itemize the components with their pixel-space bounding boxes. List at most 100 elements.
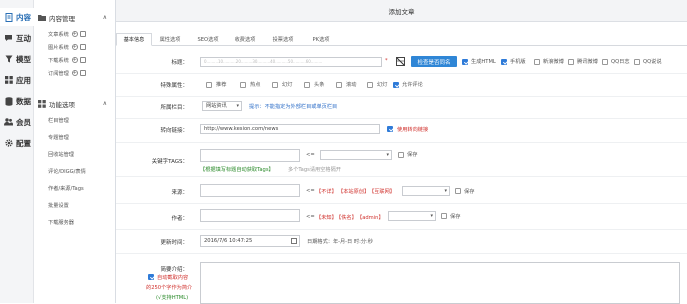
attr-headline-checkbox[interactable] [304, 82, 310, 88]
nav-item-interact[interactable]: 互动 [0, 29, 34, 47]
nav-item-members[interactable]: 会员 [0, 113, 34, 131]
manage-icon[interactable] [79, 70, 86, 76]
attr-scroll-checkbox[interactable] [336, 82, 342, 88]
grid-icon [4, 76, 13, 85]
author-input[interactable] [200, 209, 300, 222]
nav-item-settings[interactable]: 配置 [0, 134, 34, 152]
nav-label: 应用 [16, 75, 31, 85]
attr-recommend-checkbox[interactable] [206, 82, 212, 88]
tags-save-checkbox[interactable] [398, 152, 404, 158]
time-format-hint: 日期格式：年-月-日 时:分:秒 [307, 239, 373, 245]
sidebar-item-downloads[interactable]: 下载系统 + [48, 54, 86, 66]
tab-pk[interactable]: PK选项 [302, 33, 340, 46]
chevron-up-icon[interactable]: ∧ [103, 100, 107, 107]
mobile-checkbox[interactable] [501, 59, 507, 65]
sidebar-item-images[interactable]: 图片系统 + [48, 41, 86, 53]
check-same-name-button[interactable]: 检查是否同名 [411, 56, 457, 67]
attr-slide2-checkbox[interactable] [367, 82, 373, 88]
tags-input[interactable] [200, 149, 300, 162]
folder-icon [38, 14, 46, 22]
sidebar-item-label: 专题管理 [48, 134, 69, 141]
attr-hot-checkbox[interactable] [240, 82, 246, 88]
tab-charges[interactable]: 收费选项 [227, 33, 263, 46]
source-link-internet[interactable]: 【互联网】 [369, 188, 395, 195]
manage-icon[interactable] [79, 44, 86, 50]
source-link-unknown[interactable]: 【不详】 [316, 188, 337, 195]
redirect-input[interactable]: http://www.kesion.com/news [200, 124, 380, 134]
sidebar-item-label: 订阅管理 [48, 70, 69, 77]
sidebar-item-label: 回收站管理 [48, 151, 74, 158]
tab-attributes[interactable]: 属性选项 [152, 33, 188, 46]
sidebar-item-label: 下载服务器 [48, 219, 74, 226]
sidebar-item-topics[interactable]: 专题管理 [48, 131, 69, 143]
manage-icon[interactable] [79, 57, 86, 63]
function-icon [38, 100, 46, 108]
auto-intro-checkbox[interactable] [148, 274, 154, 280]
attr-slide-checkbox[interactable] [272, 82, 278, 88]
author-select[interactable] [388, 211, 436, 221]
sidebar-item-subscriptions[interactable]: 订阅管理 + [48, 67, 86, 79]
sidebar-item-articles[interactable]: 文章系统 + [48, 28, 86, 40]
sina-weibo-checkbox[interactable] [534, 59, 540, 65]
divider [116, 176, 687, 177]
allow-comment-checkbox[interactable] [393, 82, 399, 88]
source-save-checkbox[interactable] [455, 188, 461, 194]
add-icon[interactable]: + [71, 31, 78, 37]
qq-talk-label: QQ说说 [643, 59, 662, 65]
calendar-icon[interactable] [291, 238, 297, 244]
source-link-original[interactable]: 【本站原创】 [338, 188, 369, 195]
manage-icon[interactable] [79, 31, 86, 37]
tags-select[interactable] [320, 150, 392, 160]
author-link-unknown[interactable]: 【未知】 [316, 214, 337, 221]
tab-basic-info[interactable]: 基本信息 [116, 33, 152, 46]
source-input[interactable] [200, 184, 300, 197]
generate-html-label: 生成HTML [471, 59, 496, 65]
column-label: 所属栏目： [160, 105, 188, 111]
use-redirect-checkbox[interactable] [387, 126, 393, 132]
tab-vote[interactable]: 投票选项 [265, 33, 301, 46]
add-icon[interactable]: + [71, 57, 78, 63]
sidebar-item-batch[interactable]: 批量设置 [48, 199, 69, 211]
source-select[interactable] [402, 186, 450, 196]
redirect-label: 转向链接： [160, 128, 188, 134]
author-link-anonymous[interactable]: 【佚名】 [336, 214, 357, 221]
divider [116, 118, 687, 119]
update-time-input[interactable]: 2016/7/6 10:47:25 [200, 235, 300, 247]
author-save-checkbox[interactable] [441, 213, 447, 219]
nav-item-data[interactable]: 数据 [0, 92, 34, 110]
sidebar-item-label: 栏目管理 [48, 117, 69, 124]
auto-intro-label: 自动截取内容 [157, 275, 189, 281]
nav-label: 会员 [16, 117, 31, 127]
sidebar-item-label: 文章系统 [48, 31, 69, 38]
tab-seo[interactable]: SEO选项 [189, 33, 227, 46]
qq-talk-checkbox[interactable] [634, 59, 640, 65]
mobile-label: 手机版 [510, 59, 526, 65]
author-link-admin[interactable]: 【admin】 [357, 214, 384, 221]
column-select[interactable]: 网站资讯 [202, 101, 242, 111]
intro-textarea[interactable] [200, 262, 680, 304]
sidebar-item-comments[interactable]: 评论/DIGG/表情 [48, 165, 86, 177]
app-window: 内容 互动 模型 应用 数据 会员 配置 内容管理 ∧ 文章系统 + 图片系统 … [0, 0, 687, 304]
generate-html-checkbox[interactable] [462, 59, 468, 65]
nav-item-content[interactable]: 内容 [0, 8, 34, 26]
add-icon[interactable]: + [71, 70, 78, 76]
title-input[interactable]: 0.........10..........20.........30.....… [200, 57, 382, 67]
qq-log-checkbox[interactable] [602, 59, 608, 65]
nav-item-model[interactable]: 模型 [0, 50, 34, 68]
section-content-mgmt[interactable]: 内容管理 ∧ [34, 10, 116, 26]
sidebar-item-columns[interactable]: 栏目管理 [48, 114, 69, 126]
sidebar-item-label: 下载系统 [48, 57, 69, 64]
image-picker-icon[interactable] [396, 57, 405, 66]
nav-label: 数据 [16, 96, 31, 106]
tencent-weibo-checkbox[interactable] [568, 59, 574, 65]
divider [116, 203, 687, 204]
database-icon [4, 96, 13, 106]
nav-item-apps[interactable]: 应用 [0, 71, 34, 89]
sidebar-item-recycle[interactable]: 回收站管理 [48, 148, 74, 160]
chevron-up-icon[interactable]: ∧ [103, 14, 107, 21]
auto-tags-link[interactable]: 【根据填写标题自动获取Tags】 [200, 166, 274, 173]
sidebar-item-download-servers[interactable]: 下载服务器 [48, 216, 74, 228]
section-functions[interactable]: 功能选项 ∧ [34, 96, 116, 112]
add-icon[interactable]: + [71, 44, 78, 50]
sidebar-item-authors[interactable]: 作者/来源/Tags [48, 182, 84, 194]
